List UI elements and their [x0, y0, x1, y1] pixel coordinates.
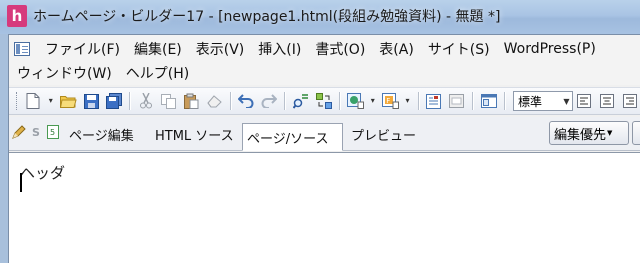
new-document-icon[interactable] [24, 92, 43, 111]
page-editor[interactable]: ヘッダ [9, 152, 640, 263]
replace-icon[interactable] [314, 92, 333, 111]
pencil-icon[interactable] [12, 124, 26, 140]
page-properties-icon[interactable] [346, 92, 365, 111]
insert-image-dropdown-icon[interactable]: ▾ [403, 92, 413, 111]
toolbar-separator [338, 92, 340, 110]
menu-row-2: ウィンドウ(W) ヘルプ(H) [9, 61, 196, 85]
menu-bar: ファイル(F) 編集(E) 表示(V) 挿入(I) 書式(O) 表(A) サイト… [9, 35, 640, 85]
header-text[interactable]: ヘッダ [20, 162, 65, 183]
menu-window[interactable]: ウィンドウ(W) [9, 63, 119, 83]
toolbar-separator [284, 92, 286, 110]
svg-text:5: 5 [50, 128, 55, 137]
paste-icon[interactable] [182, 92, 201, 111]
extra-toolbar-button[interactable] [632, 121, 640, 145]
paragraph-style-select[interactable]: 標準 ▼ [512, 91, 573, 111]
find-icon[interactable] [291, 92, 310, 111]
toolbar-separator [504, 92, 505, 110]
menu-format[interactable]: 書式(O) [308, 39, 372, 59]
document-window: ファイル(F) 編集(E) 表示(V) 挿入(I) 書式(O) 表(A) サイト… [8, 34, 640, 263]
page-properties-dropdown-icon[interactable]: ▾ [368, 92, 378, 111]
align-right-icon[interactable] [620, 92, 639, 111]
tab-html-source[interactable]: HTML ソース [155, 117, 234, 151]
app-logo-icon[interactable]: h [7, 5, 27, 27]
layout-icon[interactable] [479, 92, 498, 111]
tab-page-edit[interactable]: ページ編集 [69, 117, 134, 151]
open-folder-icon[interactable] [59, 92, 78, 111]
redo-icon[interactable] [259, 92, 278, 111]
view-tab-bar: S 5 ページ編集 HTML ソース ページ/ソース プレビュー 編集優先 ▼ [9, 117, 640, 151]
menu-view[interactable]: 表示(V) [189, 39, 252, 59]
copy-icon[interactable] [159, 92, 178, 111]
tab-preview[interactable]: プレビュー [351, 117, 416, 151]
tab-page-source[interactable]: ページ/ソース [242, 123, 343, 151]
align-left-icon[interactable] [575, 92, 594, 111]
text-caret [20, 173, 22, 192]
menu-row-1: ファイル(F) 編集(E) 表示(V) 挿入(I) 書式(O) 表(A) サイト… [9, 37, 603, 61]
source-s-icon[interactable]: S [29, 124, 43, 140]
menu-help[interactable]: ヘルプ(H) [119, 63, 196, 83]
save-icon[interactable] [82, 92, 101, 111]
toolbar-separator [417, 92, 419, 110]
eraser-icon[interactable] [205, 92, 224, 111]
menu-insert[interactable]: 挿入(I) [251, 39, 308, 59]
menu-table[interactable]: 表(A) [372, 39, 421, 59]
page-split-icon[interactable]: 5 [46, 124, 60, 140]
menu-edit[interactable]: 編集(E) [127, 39, 189, 59]
toolbar-separator [229, 92, 231, 110]
tab-icon-group: S 5 [12, 124, 63, 140]
cut-icon[interactable] [136, 92, 155, 111]
align-center-icon[interactable] [597, 92, 616, 111]
insert-image-icon[interactable]: F [381, 92, 400, 111]
save-all-icon[interactable] [104, 92, 123, 111]
form-icon[interactable] [447, 92, 466, 111]
standard-toolbar: ▾ ▾ F ▾ 標準 ▼ [9, 87, 640, 115]
menu-file[interactable]: ファイル(F) [38, 39, 127, 59]
new-document-dropdown-icon[interactable]: ▾ [46, 92, 56, 111]
link-icon[interactable] [424, 92, 443, 111]
undo-icon[interactable] [237, 92, 256, 111]
paragraph-style-value: 標準 [517, 94, 542, 109]
menu-site[interactable]: サイト(S) [421, 39, 497, 59]
menu-wordpress[interactable]: WordPress(P) [497, 41, 603, 57]
chevron-down-icon: ▼ [563, 96, 570, 106]
title-bar: h ホームページ・ビルダー17 - [newpage1.html(段組み勉強資料… [0, 0, 640, 34]
edit-priority-label: 編集優先 [554, 127, 607, 143]
toolbar-separator [129, 92, 131, 110]
toolbar-separator [472, 92, 474, 110]
chevron-down-icon: ▼ [607, 129, 613, 137]
toolbar-grip[interactable] [16, 92, 19, 110]
document-system-menu-icon[interactable] [14, 42, 30, 56]
svg-text:F: F [386, 97, 390, 105]
edit-priority-button[interactable]: 編集優先 ▼ [549, 121, 629, 145]
window-title: ホームページ・ビルダー17 - [newpage1.html(段組み勉強資料) … [33, 8, 501, 25]
